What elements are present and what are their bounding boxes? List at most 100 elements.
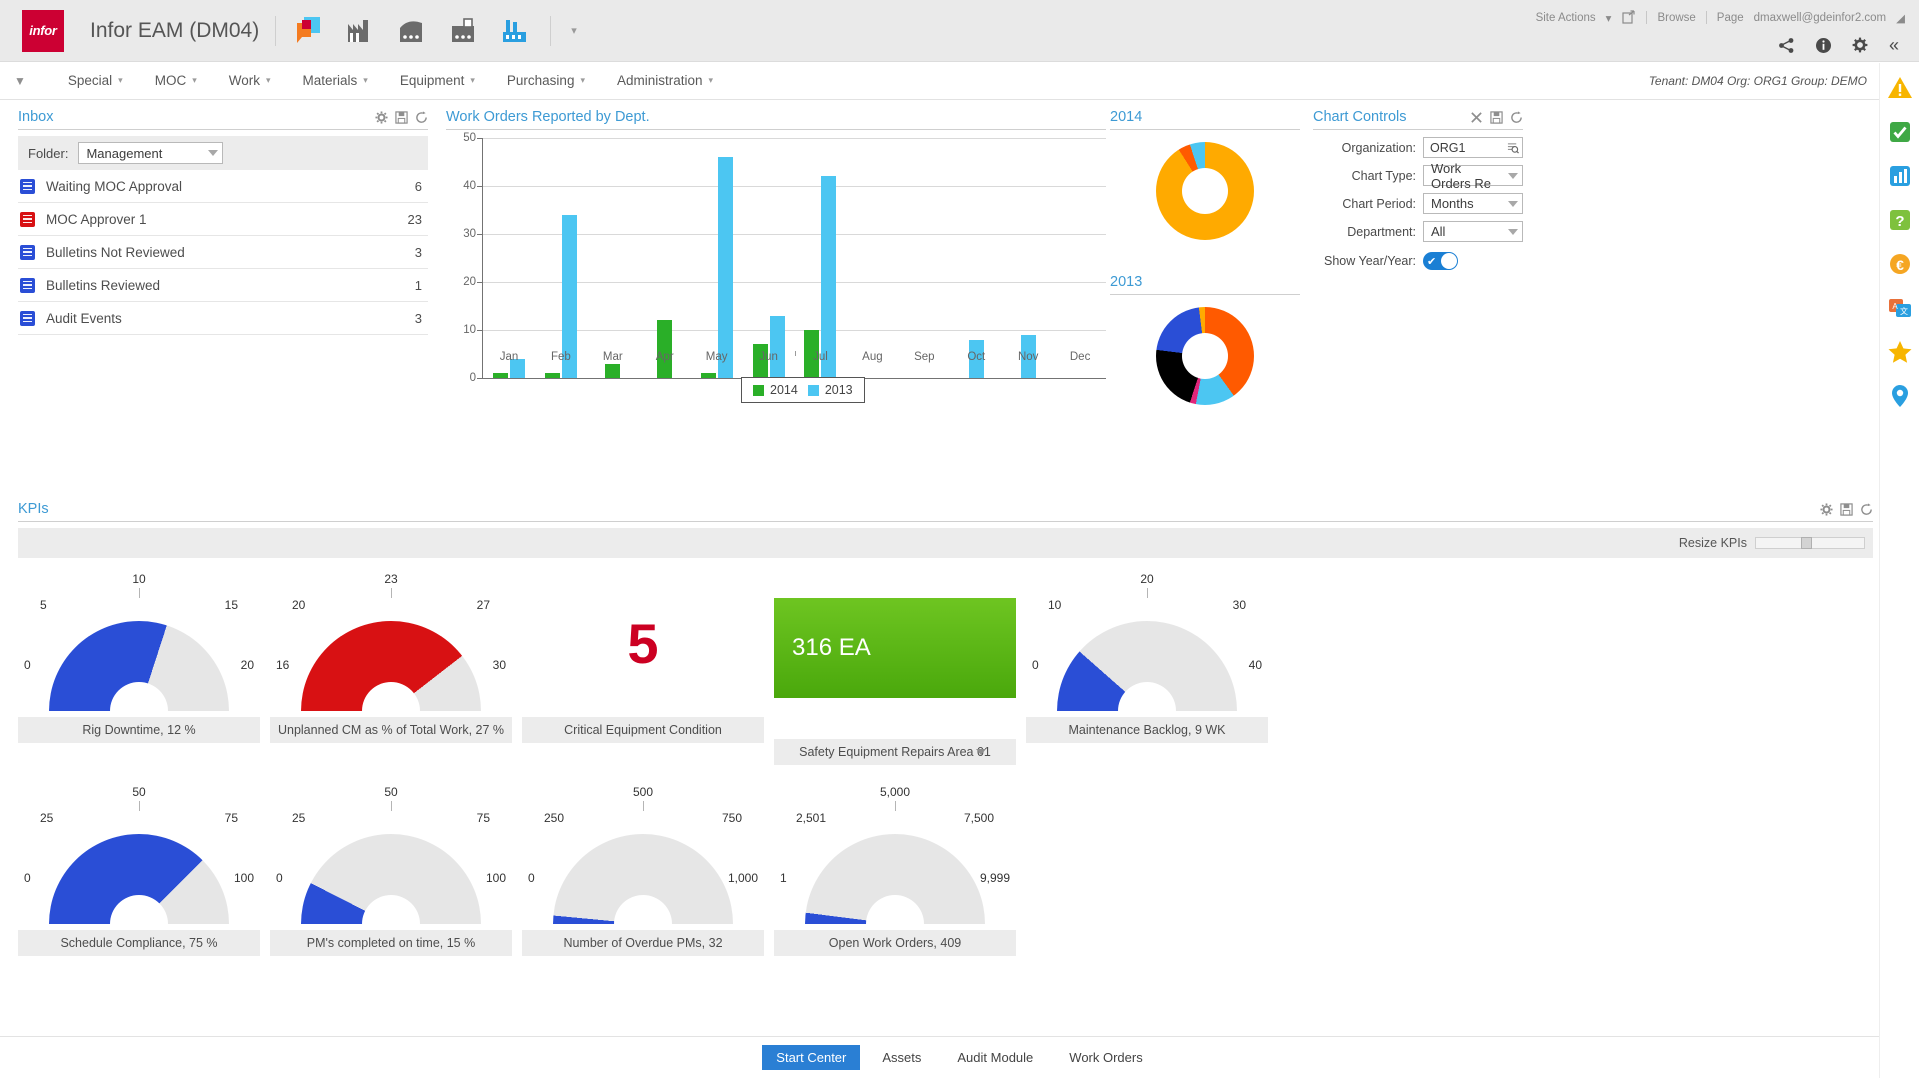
gauge-tick-label: 500 [633, 785, 653, 799]
alert-warning-icon[interactable] [1887, 75, 1913, 101]
menu-item-materials[interactable]: Materials ▾ [287, 62, 384, 100]
refresh-icon[interactable] [1510, 111, 1523, 124]
menu-item-special[interactable]: Special ▾ [52, 62, 139, 100]
bar-2014-Jan[interactable] [493, 373, 508, 378]
site-actions-caret-icon[interactable]: ▾ [1606, 11, 1612, 25]
chart-type-select[interactable]: Work Orders Re [1423, 165, 1523, 186]
kpi-caption[interactable]: PM's completed on time, 15 % [270, 930, 512, 956]
plant-icon[interactable] [448, 16, 482, 46]
inbox-item-bulletins-reviewed[interactable]: Bulletins Reviewed 1 [18, 269, 428, 302]
kpi-caption[interactable]: Unplanned CM as % of Total Work, 27 % [270, 717, 512, 743]
menu-item-moc[interactable]: MOC ▾ [139, 62, 213, 100]
share-icon[interactable] [1778, 37, 1795, 54]
refresh-icon[interactable] [415, 111, 428, 124]
slider-handle[interactable] [1801, 537, 1812, 549]
user-email-label[interactable]: dmaxwell@gdeinfor2.com [1754, 12, 1886, 24]
menu-expand-icon[interactable]: ▼ [14, 74, 26, 88]
menu-item-work[interactable]: Work ▾ [213, 62, 287, 100]
gear-icon[interactable] [375, 111, 388, 124]
refresh-icon[interactable] [1860, 503, 1873, 516]
divider-2 [550, 16, 551, 46]
kpi-caption[interactable]: Rig Downtime, 12 % [18, 717, 260, 743]
gauge-dial[interactable] [301, 834, 481, 924]
kpi-caption[interactable]: Safety Equipment Repairs Area 01 [774, 739, 1016, 765]
gauge-dial[interactable] [553, 834, 733, 924]
money-euro-icon[interactable]: € [1887, 251, 1913, 277]
organization-input[interactable]: ORG1 [1423, 137, 1523, 158]
kpi-caption[interactable]: Critical Equipment Condition [522, 717, 764, 743]
gauge-dial[interactable] [49, 834, 229, 924]
department-select[interactable]: All [1423, 221, 1523, 242]
show-year-toggle[interactable]: ✔ [1423, 252, 1458, 270]
page-link[interactable]: Page [1717, 12, 1744, 24]
bar-2013-Jul[interactable] [821, 176, 836, 378]
gauge-tick-label: 30 [493, 658, 506, 672]
bar-chart-icon[interactable] [1887, 163, 1913, 189]
gauge-tick-label: 50 [384, 785, 397, 799]
export-icon[interactable] [1621, 10, 1636, 25]
menu-item-equipment[interactable]: Equipment ▾ [384, 62, 491, 100]
factory-icon[interactable] [344, 16, 378, 46]
bar-2014-Apr[interactable] [657, 320, 672, 378]
inbox-item-bulletins-not-reviewed[interactable]: Bulletins Not Reviewed 3 [18, 236, 428, 269]
gauge-dial[interactable] [805, 834, 985, 924]
gear-icon[interactable] [1852, 37, 1869, 54]
industry-blue-icon[interactable] [500, 16, 534, 46]
location-pin-icon[interactable] [1887, 383, 1913, 409]
star-icon[interactable] [1887, 339, 1913, 365]
browse-link[interactable]: Browse [1657, 12, 1695, 24]
inbox-item-audit-events[interactable]: Audit Events 3 [18, 302, 428, 335]
resize-kpis-slider[interactable] [1755, 537, 1865, 549]
gauge-tick-label: 0 [528, 871, 535, 885]
collapse-icon[interactable]: « [1889, 35, 1899, 56]
gauge-tick-label: 75 [477, 811, 490, 825]
gauge-dial[interactable] [301, 621, 481, 711]
menu-item-administration[interactable]: Administration ▾ [601, 62, 729, 100]
inbox-item-moc-approver-1[interactable]: MOC Approver 1 23 [18, 203, 428, 236]
translate-icon[interactable]: A 文 [1887, 295, 1913, 321]
tab-start-center[interactable]: Start Center [762, 1045, 860, 1070]
chevron-down-icon[interactable]: ▾ [571, 24, 577, 37]
chart-factory-icon[interactable] [396, 16, 430, 46]
gauge-dial[interactable] [1057, 621, 1237, 711]
sticky-notes-icon[interactable] [292, 16, 326, 46]
donut-chart-2014[interactable] [1156, 142, 1254, 240]
gauge-dial[interactable] [49, 621, 229, 711]
folder-select[interactable]: Management [78, 142, 223, 164]
gauge-tick-label: 0 [24, 658, 31, 672]
close-icon[interactable] [1470, 111, 1483, 124]
chevron-down-icon[interactable] [976, 749, 986, 755]
bar-2014-Mar[interactable] [605, 364, 620, 378]
tab-audit-module[interactable]: Audit Module [943, 1045, 1047, 1070]
donut-chart-2013[interactable] [1156, 307, 1254, 405]
show-year-row: Show Year/Year: ✔ [1313, 252, 1523, 270]
bar-2014-Feb[interactable] [545, 373, 560, 378]
help-question-icon[interactable]: ? [1887, 207, 1913, 233]
bar-2013-May[interactable] [718, 157, 733, 378]
legend-item-2013[interactable]: 2013 [808, 383, 853, 397]
chart-period-select[interactable]: Months [1423, 193, 1523, 214]
info-icon[interactable] [1815, 37, 1832, 54]
user-menu-caret-icon[interactable]: ◢ [1896, 11, 1905, 25]
save-icon[interactable] [395, 111, 408, 124]
bar-2013-Jun[interactable] [770, 316, 785, 378]
menu-item-purchasing[interactable]: Purchasing ▾ [491, 62, 601, 100]
legend-item-2014[interactable]: 2014 [753, 383, 798, 397]
inbox-item-waiting-moc-approval[interactable]: Waiting MOC Approval 6 [18, 170, 428, 203]
save-icon[interactable] [1840, 503, 1853, 516]
kpi-caption[interactable]: Open Work Orders, 409 [774, 930, 1016, 956]
gear-icon[interactable] [1820, 503, 1833, 516]
kpi-caption[interactable]: Number of Overdue PMs, 32 [522, 930, 764, 956]
month-column [535, 138, 587, 378]
kpi-caption[interactable]: Maintenance Backlog, 9 WK [1026, 717, 1268, 743]
save-icon[interactable] [1490, 111, 1503, 124]
gauge-tick-label: 0 [24, 871, 31, 885]
bar-2014-May[interactable] [701, 373, 716, 378]
kpi-value-box[interactable]: 316 EA [774, 598, 1016, 698]
check-shield-icon[interactable] [1887, 119, 1913, 145]
lookup-icon[interactable] [1507, 142, 1519, 154]
kpi-caption[interactable]: Schedule Compliance, 75 % [18, 930, 260, 956]
tab-assets[interactable]: Assets [868, 1045, 935, 1070]
tab-work-orders[interactable]: Work Orders [1055, 1045, 1156, 1070]
site-actions-link[interactable]: Site Actions [1536, 12, 1596, 24]
